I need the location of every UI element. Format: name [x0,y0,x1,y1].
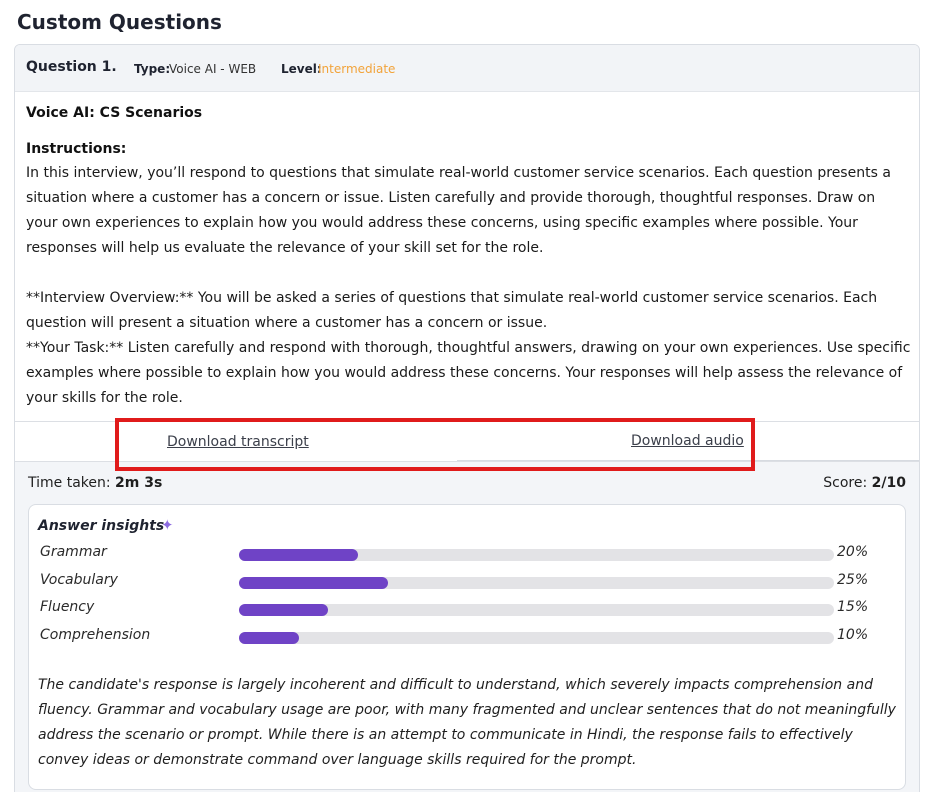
metric-row-fluency: Fluency 15% [29,599,905,619]
answer-insights-title: Answer insights [38,518,165,534]
download-row: Download transcript Download audio [15,421,919,462]
question-number: Question 1. [26,59,117,75]
score-value: 2/10 [871,475,906,491]
metric-row-comprehension: Comprehension 10% [29,627,905,647]
question-name: Voice AI: CS Scenarios [26,105,203,121]
instructions-details: **Interview Overview:** You will be aske… [26,286,911,411]
metric-row-grammar: Grammar 20% [29,544,905,564]
metric-track [239,549,834,561]
metric-track [239,632,834,644]
time-taken-value: 2m 3s [115,475,163,491]
metric-percent: 20% [837,544,869,560]
metric-fill [239,549,358,561]
answer-insights-panel: Answer insights ✦ Grammar 20% Vocabulary… [28,504,906,790]
metric-label: Grammar [40,544,107,560]
metric-label: Comprehension [40,627,151,643]
metric-label: Vocabulary [40,572,118,588]
metric-fill [239,632,299,644]
metric-percent: 25% [837,572,869,588]
page-title: Custom Questions [17,10,222,34]
download-transcript-link[interactable]: Download transcript [167,434,309,450]
your-task-text: **Your Task:** Listen carefully and resp… [26,340,911,406]
question-header: Question 1. Type: Voice AI - WEB Level: … [15,45,919,92]
time-taken: Time taken: 2m 3s [28,475,162,491]
metric-fill [239,604,329,616]
metric-percent: 15% [837,599,869,615]
metric-label: Fluency [40,599,95,615]
level-label: Level: [281,62,322,76]
metric-row-vocabulary: Vocabulary 25% [29,572,905,592]
score: Score: 2/10 [823,475,906,491]
insights-summary: The candidate's response is largely inco… [38,677,896,768]
metric-track [239,577,834,589]
metric-track [239,604,834,616]
question-card: Question 1. Type: Voice AI - WEB Level: … [14,44,920,792]
instructions-label: Instructions: [26,141,127,157]
metric-fill [239,577,388,589]
instructions-paragraph: In this interview, you’ll respond to que… [26,165,891,256]
level-value: Intermediate [318,62,396,76]
download-audio-link[interactable]: Download audio [631,433,744,449]
metric-percent: 10% [837,627,869,643]
score-label: Score: [823,475,868,491]
sparkle-icon: ✦ [161,516,174,534]
time-taken-label: Time taken: [28,475,111,491]
result-area: Time taken: 2m 3s Score: 2/10 Answer ins… [15,461,919,792]
type-value: Voice AI - WEB [169,62,257,76]
interview-overview-text: **Interview Overview:** You will be aske… [26,290,878,331]
type-label: Type: [134,62,171,76]
